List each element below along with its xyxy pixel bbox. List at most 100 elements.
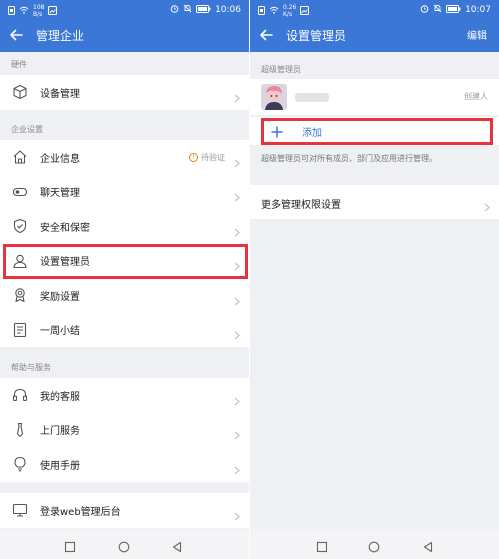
net-speed: 0.26 K/s (283, 4, 296, 18)
more-permission-label: 更多管理权限设置 (261, 200, 341, 211)
award-icon (12, 287, 28, 303)
net-speed-value: 108 (33, 4, 45, 11)
add-admin-button[interactable]: 添加 (250, 117, 499, 145)
alarm-icon (420, 4, 429, 15)
chevron-right-icon (234, 506, 240, 521)
menu-item-user-manual[interactable]: 使用手册 (0, 447, 249, 482)
net-speed-unit: B/s (33, 11, 43, 18)
super-admin-description: 超级管理员可对所有成员、部门及应用进行管理。 (261, 154, 437, 163)
section-label-hardware: 硬件 (11, 60, 27, 69)
chevron-right-icon (234, 222, 240, 237)
net-speed-value: 0.26 (283, 4, 297, 11)
chevron-right-icon (234, 187, 240, 202)
sim-icon (8, 5, 15, 17)
menu-item-enterprise-info[interactable]: 企业信息 ! 待验证 (0, 140, 249, 175)
menu-item-device-management[interactable]: 设备管理 (0, 75, 249, 110)
wifi-icon (269, 6, 279, 16)
menu-item-onsite-service[interactable]: 上门服务 (0, 413, 249, 448)
warning-icon: ! (189, 152, 198, 162)
recent-apps-button[interactable] (316, 538, 328, 553)
home-button[interactable] (368, 538, 380, 553)
menu-item-reward-settings[interactable]: 奖励设置 (0, 278, 249, 313)
status-badge: ! 待验证 (189, 152, 225, 163)
back-arrow-icon[interactable] (9, 27, 23, 41)
battery-icon (446, 4, 461, 15)
system-nav-bar (0, 529, 249, 559)
image-icon (300, 5, 310, 17)
menu-item-label: 聊天管理 (40, 188, 80, 200)
more-permission-settings[interactable]: 更多管理权限设置 (250, 185, 499, 219)
plus-icon (270, 124, 284, 138)
wifi-icon (19, 6, 29, 16)
menu-item-weekly-summary[interactable]: 一周小结 (0, 313, 249, 348)
creator-tag: 创建人 (464, 92, 488, 101)
toolbar: 设置管理员 编辑 (250, 20, 499, 50)
app-header: 0.26 K/s 10:07 设置管理员 编辑 (250, 0, 499, 52)
chevron-right-icon (234, 153, 240, 168)
chevron-right-icon (234, 325, 240, 340)
blurred-name (295, 93, 329, 102)
admin-list-item[interactable]: 创建人 (250, 79, 499, 115)
menu-item-label: 上门服务 (40, 426, 80, 438)
menu-item-label: 安全和保密 (40, 222, 90, 234)
group-help-service: 我的客服 上门服务 使用手册 (0, 378, 249, 482)
chevron-right-icon (234, 88, 240, 103)
section-label-help-service: 帮助与服务 (11, 363, 51, 372)
toolbar: 管理企业 (0, 20, 249, 50)
app-header: 108 B/s 10:06 管理企业 (0, 0, 249, 52)
clock: 10:06 (215, 4, 241, 15)
menu-item-label: 一周小结 (40, 326, 80, 338)
menu-item-label: 我的客服 (40, 391, 80, 403)
group-web-admin: 登录web管理后台 (0, 493, 249, 528)
headset-icon (12, 387, 28, 403)
net-speed: 108 B/s (33, 4, 44, 18)
menu-item-web-admin-login[interactable]: 登录web管理后台 (0, 493, 249, 528)
chevron-right-icon (234, 425, 240, 440)
avatar (261, 84, 287, 110)
section-label-super-admin: 超级管理员 (261, 65, 301, 74)
status-bar: 108 B/s 10:06 (0, 0, 249, 18)
chevron-right-icon (234, 460, 240, 475)
alarm-icon (170, 4, 179, 15)
sim-icon (258, 5, 265, 17)
home-button[interactable] (118, 538, 130, 553)
menu-item-security[interactable]: 安全和保密 (0, 209, 249, 244)
edit-button[interactable]: 编辑 (467, 27, 487, 42)
back-button[interactable] (171, 538, 183, 553)
shield-icon (12, 218, 28, 234)
menu-item-label: 奖励设置 (40, 291, 80, 303)
net-speed-unit: K/s (283, 11, 293, 18)
back-button[interactable] (422, 538, 434, 553)
home-icon (12, 149, 28, 165)
system-nav-bar (250, 529, 499, 559)
screen-manage-enterprise: 108 B/s 10:06 管理企业 硬件 设备管理 企业设置 企业信息 ! 待… (0, 0, 249, 559)
mute-icon (183, 4, 192, 15)
recent-apps-button[interactable] (64, 538, 76, 553)
document-icon (12, 322, 28, 338)
menu-item-chat-management[interactable]: 聊天管理 (0, 175, 249, 210)
back-arrow-icon[interactable] (259, 27, 273, 41)
chevron-right-icon (234, 391, 240, 406)
group-hardware: 设备管理 (0, 75, 249, 110)
menu-item-my-support[interactable]: 我的客服 (0, 378, 249, 413)
chevron-right-icon (234, 256, 240, 271)
chevron-right-icon (484, 197, 490, 212)
tie-icon (12, 422, 28, 438)
page-title: 管理企业 (36, 29, 85, 43)
status-bar: 0.26 K/s 10:07 (250, 0, 499, 18)
menu-item-set-admin[interactable]: 设置管理员 (0, 244, 249, 279)
image-icon (48, 5, 58, 17)
add-admin-label: 添加 (302, 128, 322, 139)
status-badge-text: 待验证 (201, 152, 225, 162)
clock: 10:07 (465, 4, 491, 15)
menu-item-label: 设置管理员 (40, 257, 90, 269)
group-enterprise-settings: 企业信息 ! 待验证 聊天管理 安全和保密 设置管理员 奖励设置 一周小结 (0, 140, 249, 347)
chat-toggle-icon (12, 184, 28, 200)
mute-icon (433, 4, 442, 15)
section-label-enterprise-settings: 企业设置 (11, 125, 43, 134)
menu-item-label: 使用手册 (40, 460, 80, 472)
menu-item-label: 企业信息 (40, 153, 80, 165)
menu-item-label: 登录web管理后台 (40, 506, 121, 518)
page-title: 设置管理员 (286, 29, 347, 43)
user-icon (12, 253, 28, 269)
